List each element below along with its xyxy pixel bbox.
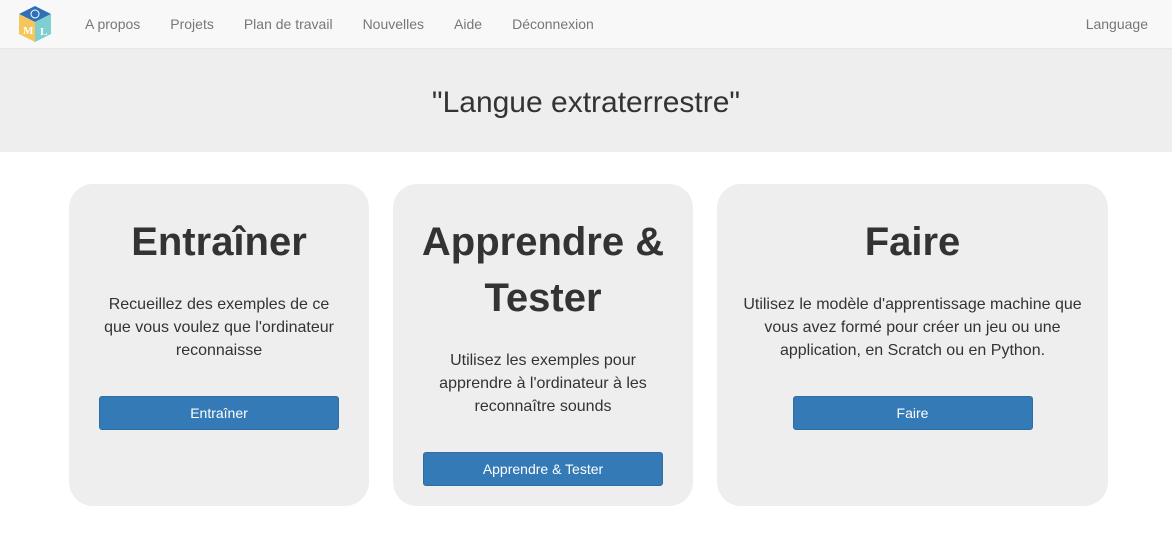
card-learn-test: Apprendre & Tester Utilisez les exemples… xyxy=(393,184,693,506)
nav-link-plan-de-travail[interactable]: Plan de travail xyxy=(229,0,348,48)
nav-link-deconnexion[interactable]: Déconnexion xyxy=(497,0,609,48)
card-learn-test-title: Apprendre & Tester xyxy=(421,220,665,320)
card-train-title: Entraîner xyxy=(131,220,307,264)
nav-link-projets[interactable]: Projets xyxy=(155,0,229,48)
navbar: M L A propos Projets Plan de travail Nou… xyxy=(0,0,1172,49)
nav-link-aide[interactable]: Aide xyxy=(439,0,497,48)
nav-link-a-propos[interactable]: A propos xyxy=(70,0,155,48)
card-make-title: Faire xyxy=(864,220,961,264)
svg-text:L: L xyxy=(40,26,47,38)
language-menu[interactable]: Language xyxy=(1086,0,1148,48)
card-train: Entraîner Recueillez des exemples de ce … xyxy=(69,184,369,506)
card-learn-test-description: Utilisez les exemples pour apprendre à l… xyxy=(439,352,647,415)
ml-cube-logo-icon[interactable]: M L xyxy=(17,5,53,43)
nav-link-nouvelles[interactable]: Nouvelles xyxy=(348,0,439,48)
page-title: "Langue extraterrestre" xyxy=(431,85,741,119)
learn-test-button[interactable]: Apprendre & Tester xyxy=(423,452,663,486)
cards-row: Entraîner Recueillez des exemples de ce … xyxy=(0,152,1172,542)
card-make: Faire Utilisez le modèle d'apprentissage… xyxy=(717,184,1108,506)
card-make-description: Utilisez le modèle d'apprentissage machi… xyxy=(743,296,1082,359)
train-button[interactable]: Entraîner xyxy=(99,396,339,430)
nav-links: A propos Projets Plan de travail Nouvell… xyxy=(70,0,609,48)
project-header: "Langue extraterrestre" xyxy=(0,49,1172,152)
make-button[interactable]: Faire xyxy=(792,396,1033,430)
svg-text:M: M xyxy=(23,25,34,37)
card-train-description: Recueillez des exemples de ce que vous v… xyxy=(104,296,334,359)
